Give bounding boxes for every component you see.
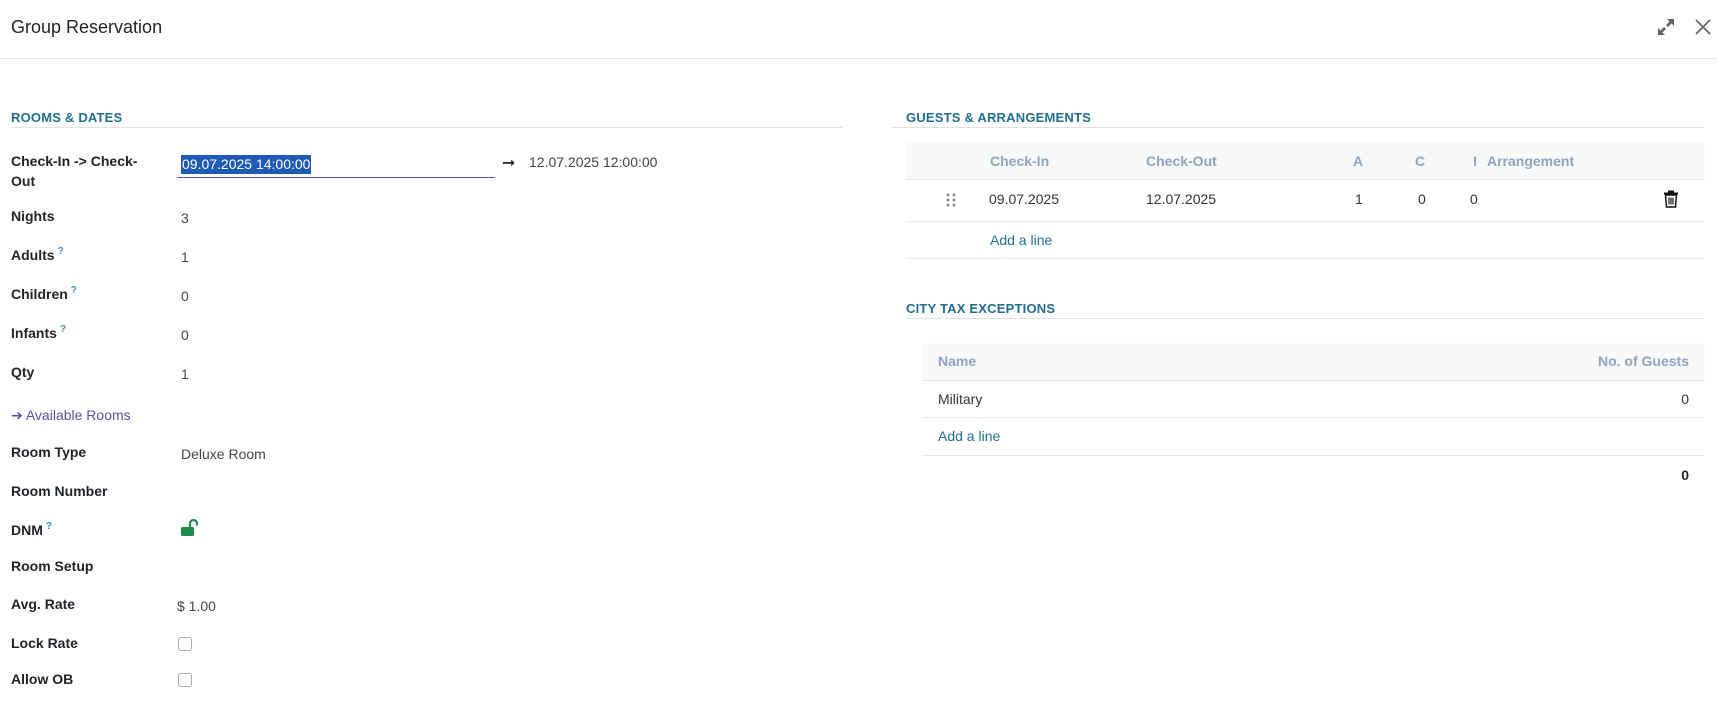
nights-value: 3 [181, 210, 189, 226]
infants-value[interactable]: 0 [181, 325, 189, 345]
modal-header: Group Reservation [0, 0, 1717, 59]
modal-title: Group Reservation [11, 17, 163, 37]
city-tax-total: 0 [1681, 467, 1689, 483]
children-value[interactable]: 0 [181, 286, 189, 306]
unlock-icon[interactable] [180, 518, 200, 538]
row-name[interactable]: Military [938, 391, 982, 407]
city-tax-section-title: CITY TAX EXCEPTIONS [906, 301, 1056, 316]
checkin-selected-text: 09.07.2025 14:00:00 [181, 155, 312, 174]
checkin-input[interactable]: 09.07.2025 14:00:00 [177, 152, 495, 178]
drag-handle-icon[interactable] [945, 192, 957, 208]
adults-value[interactable]: 1 [181, 247, 189, 267]
row-adults[interactable]: 1 [1355, 191, 1363, 207]
available-rooms-link[interactable]: ➔ Available Rooms [11, 407, 131, 424]
col-name-header[interactable]: Name [938, 353, 976, 369]
lock-rate-label: Lock Rate [11, 635, 78, 651]
lock-rate-checkbox[interactable] [178, 637, 192, 651]
qty-label: Qty [11, 364, 35, 380]
row-divider [922, 417, 1705, 418]
room-type-label: Room Type [11, 444, 87, 460]
col-guests-header[interactable]: No. of Guests [1598, 353, 1689, 369]
row-guests[interactable]: 0 [1681, 391, 1689, 407]
col-arrangement-header[interactable]: Arrangement [1487, 153, 1574, 169]
avg-rate-value[interactable]: $ 1.00 [177, 596, 216, 616]
trash-icon[interactable] [1663, 190, 1679, 208]
row-children[interactable]: 0 [1418, 191, 1426, 207]
dnm-label: DNM? [11, 521, 52, 538]
row-divider [906, 258, 1705, 259]
city-tax-divider [906, 318, 1705, 319]
help-icon[interactable]: ? [71, 285, 77, 296]
row-divider [906, 221, 1705, 222]
city-tax-table-header [922, 343, 1705, 381]
checkout-value[interactable]: 12.07.2025 12:00:00 [529, 154, 657, 170]
checkin-checkout-label: Check-In -> Check-Out [11, 153, 138, 189]
close-icon[interactable] [1692, 16, 1714, 38]
city-tax-add-line[interactable]: Add a line [938, 428, 1000, 444]
row-divider [922, 455, 1705, 456]
row-checkin[interactable]: 09.07.2025 [989, 191, 1059, 207]
room-number-label: Room Number [11, 483, 108, 499]
adults-label: Adults? [11, 246, 64, 263]
col-checkin-header[interactable]: Check-In [990, 153, 1049, 169]
help-icon[interactable]: ? [58, 246, 64, 257]
col-adults-header[interactable]: A [1353, 153, 1363, 169]
help-icon[interactable]: ? [60, 324, 66, 335]
room-type-value[interactable]: Deluxe Room [181, 444, 266, 464]
rooms-dates-divider [11, 127, 842, 128]
room-setup-label: Room Setup [11, 558, 94, 574]
expand-icon[interactable] [1655, 16, 1677, 38]
col-children-header[interactable]: C [1415, 153, 1425, 169]
col-checkout-header[interactable]: Check-Out [1146, 153, 1217, 169]
guests-section-title: GUESTS & ARRANGEMENTS [906, 110, 1092, 125]
nights-label: Nights [11, 208, 55, 224]
guests-divider [891, 127, 1705, 128]
allow-ob-checkbox[interactable] [178, 673, 192, 687]
help-icon[interactable]: ? [46, 521, 52, 532]
arrow-right-icon: ➞ [502, 155, 516, 172]
row-checkout[interactable]: 12.07.2025 [1146, 191, 1216, 207]
qty-value[interactable]: 1 [181, 364, 189, 384]
row-infants[interactable]: 0 [1470, 191, 1478, 207]
guests-add-line[interactable]: Add a line [990, 232, 1052, 248]
infants-label: Infants? [11, 324, 66, 341]
avg-rate-label: Avg. Rate [11, 596, 76, 612]
children-label: Children? [11, 285, 77, 302]
col-infants-header[interactable]: I [1473, 153, 1477, 169]
rooms-dates-section-title: ROOMS & DATES [11, 110, 123, 125]
allow-ob-label: Allow OB [11, 671, 74, 687]
